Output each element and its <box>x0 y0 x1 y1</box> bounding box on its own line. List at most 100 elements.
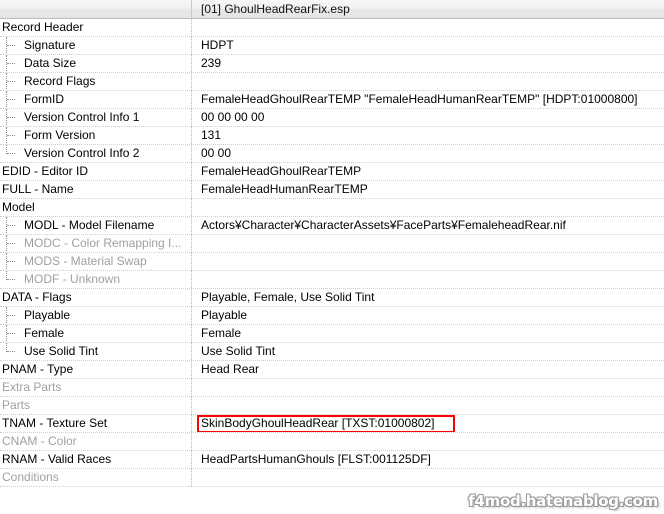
row-value-cell[interactable]: Head Rear <box>192 361 664 378</box>
row-value-cell[interactable]: Female <box>192 325 664 342</box>
table-row[interactable]: MODS - Material Swap <box>0 253 664 271</box>
table-row[interactable]: Female Female <box>0 325 664 343</box>
row-key-cell: Form Version <box>0 127 192 144</box>
row-value-cell[interactable] <box>192 19 664 36</box>
row-value-cell[interactable] <box>192 379 664 396</box>
row-key-label: Version Control Info 2 <box>24 146 140 160</box>
row-key-cell: Record Header <box>0 19 192 36</box>
table-row[interactable]: MODC - Color Remapping I... <box>0 235 664 253</box>
row-value-cell[interactable]: SkinBodyGhoulHeadRear [TXST:01000802] <box>192 415 664 432</box>
row-key-cell: Record Flags <box>0 73 192 90</box>
row-key-cell: Conditions <box>0 469 192 486</box>
table-row[interactable]: Version Control Info 2 00 00 <box>0 145 664 163</box>
row-value-cell[interactable]: FemaleHeadHumanRearTEMP <box>192 181 664 198</box>
row-key-label: Parts <box>2 398 31 412</box>
row-key-cell: Version Control Info 1 <box>0 109 192 126</box>
column-header-record-field[interactable] <box>0 0 192 18</box>
row-key-cell: EDID - Editor ID <box>0 163 192 180</box>
tree-line-horizontal-icon <box>7 117 15 119</box>
row-value-cell[interactable]: FemaleHeadGhoulRearTEMP "FemaleHeadHuman… <box>192 91 664 108</box>
row-value-cell[interactable]: HeadPartsHumanGhouls [FLST:001125DF] <box>192 451 664 468</box>
row-key-cell: Female <box>0 325 192 342</box>
row-value-cell[interactable]: 131 <box>192 127 664 144</box>
watermark-text: f4mod.hatenablog.com <box>468 492 658 510</box>
row-key-label: FULL - Name <box>2 182 74 196</box>
table-row[interactable]: Version Control Info 1 00 00 00 00 <box>0 109 664 127</box>
row-value-cell[interactable] <box>192 433 664 450</box>
row-value-cell[interactable] <box>192 271 664 288</box>
xedit-record-view: [01] GhoulHeadRearFix.esp Record Header … <box>0 0 664 514</box>
row-key-label: Record Flags <box>24 74 96 88</box>
table-row[interactable]: Extra Parts <box>0 379 664 397</box>
row-value-cell[interactable]: 239 <box>192 55 664 72</box>
row-key-cell: FormID <box>0 91 192 108</box>
table-row[interactable]: Conditions <box>0 469 664 487</box>
row-key-label: Data Size <box>24 56 77 70</box>
row-key-label: Form Version <box>24 128 96 142</box>
row-key-cell: Model <box>0 199 192 216</box>
row-key-cell: DATA - Flags <box>0 289 192 306</box>
table-row[interactable]: Record Flags <box>0 73 664 91</box>
row-value-cell[interactable]: 00 00 <box>192 145 664 162</box>
table-row[interactable]: Playable Playable <box>0 307 664 325</box>
row-key-cell: Data Size <box>0 55 192 72</box>
table-row[interactable]: PNAM - Type Head Rear <box>0 361 664 379</box>
row-key-label: MODL - Model Filename <box>24 218 155 232</box>
row-value-cell[interactable]: Playable <box>192 307 664 324</box>
row-key-label: MODC - Color Remapping I... <box>24 236 182 250</box>
row-value-cell[interactable] <box>192 397 664 414</box>
row-value-cell[interactable]: FemaleHeadGhoulRearTEMP <box>192 163 664 180</box>
table-row[interactable]: Record Header <box>0 19 664 37</box>
row-value-label: SkinBodyGhoulHeadRear [TXST:01000802] <box>201 416 435 430</box>
tree-line-horizontal-icon <box>7 315 15 317</box>
record-field-grid: Record Header Signature HDPT Data Size 2… <box>0 19 664 487</box>
tree-line-horizontal-icon <box>7 225 15 227</box>
row-value-cell[interactable] <box>192 73 664 90</box>
row-key-cell: Parts <box>0 397 192 414</box>
row-key-label: CNAM - Color <box>2 434 77 448</box>
table-row-highlighted[interactable]: TNAM - Texture Set SkinBodyGhoulHeadRear… <box>0 415 664 433</box>
tree-line-horizontal-icon <box>7 243 15 245</box>
table-row[interactable]: Model <box>0 199 664 217</box>
row-key-cell: MODS - Material Swap <box>0 253 192 270</box>
row-key-cell: FULL - Name <box>0 181 192 198</box>
row-value-cell[interactable]: Playable, Female, Use Solid Tint <box>192 289 664 306</box>
row-value-cell[interactable] <box>192 199 664 216</box>
table-row[interactable]: FormID FemaleHeadGhoulRearTEMP "FemaleHe… <box>0 91 664 109</box>
table-row[interactable]: Data Size 239 <box>0 55 664 73</box>
row-value-cell[interactable]: HDPT <box>192 37 664 54</box>
table-row[interactable]: Parts <box>0 397 664 415</box>
row-value-cell[interactable] <box>192 235 664 252</box>
table-row[interactable]: MODF - Unknown <box>0 271 664 289</box>
column-header-plugin-tab[interactable]: [01] GhoulHeadRearFix.esp <box>192 0 664 18</box>
tree-line-horizontal-icon <box>7 63 15 65</box>
table-row[interactable]: MODL - Model Filename Actors¥Character¥C… <box>0 217 664 235</box>
row-key-label: MODS - Material Swap <box>24 254 147 268</box>
row-key-cell: MODL - Model Filename <box>0 217 192 234</box>
row-key-label: Extra Parts <box>2 380 62 394</box>
tree-line-horizontal-icon <box>7 81 15 83</box>
table-row[interactable]: FULL - Name FemaleHeadHumanRearTEMP <box>0 181 664 199</box>
tree-line-horizontal-icon <box>7 45 15 47</box>
row-key-cell: RNAM - Valid Races <box>0 451 192 468</box>
tree-line-horizontal-icon <box>7 153 15 155</box>
row-key-cell: Signature <box>0 37 192 54</box>
table-row[interactable]: EDID - Editor ID FemaleHeadGhoulRearTEMP <box>0 163 664 181</box>
table-row[interactable]: Form Version 131 <box>0 127 664 145</box>
row-key-cell: TNAM - Texture Set <box>0 415 192 432</box>
table-row[interactable]: Signature HDPT <box>0 37 664 55</box>
tree-line-horizontal-icon <box>7 261 15 263</box>
row-value-cell[interactable] <box>192 469 664 486</box>
row-value-cell[interactable]: 00 00 00 00 <box>192 109 664 126</box>
table-row[interactable]: DATA - Flags Playable, Female, Use Solid… <box>0 289 664 307</box>
tree-line-horizontal-icon <box>7 279 15 281</box>
table-row[interactable]: RNAM - Valid Races HeadPartsHumanGhouls … <box>0 451 664 469</box>
row-value-cell[interactable] <box>192 253 664 270</box>
row-key-cell: PNAM - Type <box>0 361 192 378</box>
row-key-label: DATA - Flags <box>2 290 72 304</box>
table-row[interactable]: Use Solid Tint Use Solid Tint <box>0 343 664 361</box>
row-value-cell[interactable]: Use Solid Tint <box>192 343 664 360</box>
row-value-cell[interactable]: Actors¥Character¥CharacterAssets¥FacePar… <box>192 217 664 234</box>
table-row[interactable]: CNAM - Color <box>0 433 664 451</box>
row-key-label: Signature <box>24 38 76 52</box>
